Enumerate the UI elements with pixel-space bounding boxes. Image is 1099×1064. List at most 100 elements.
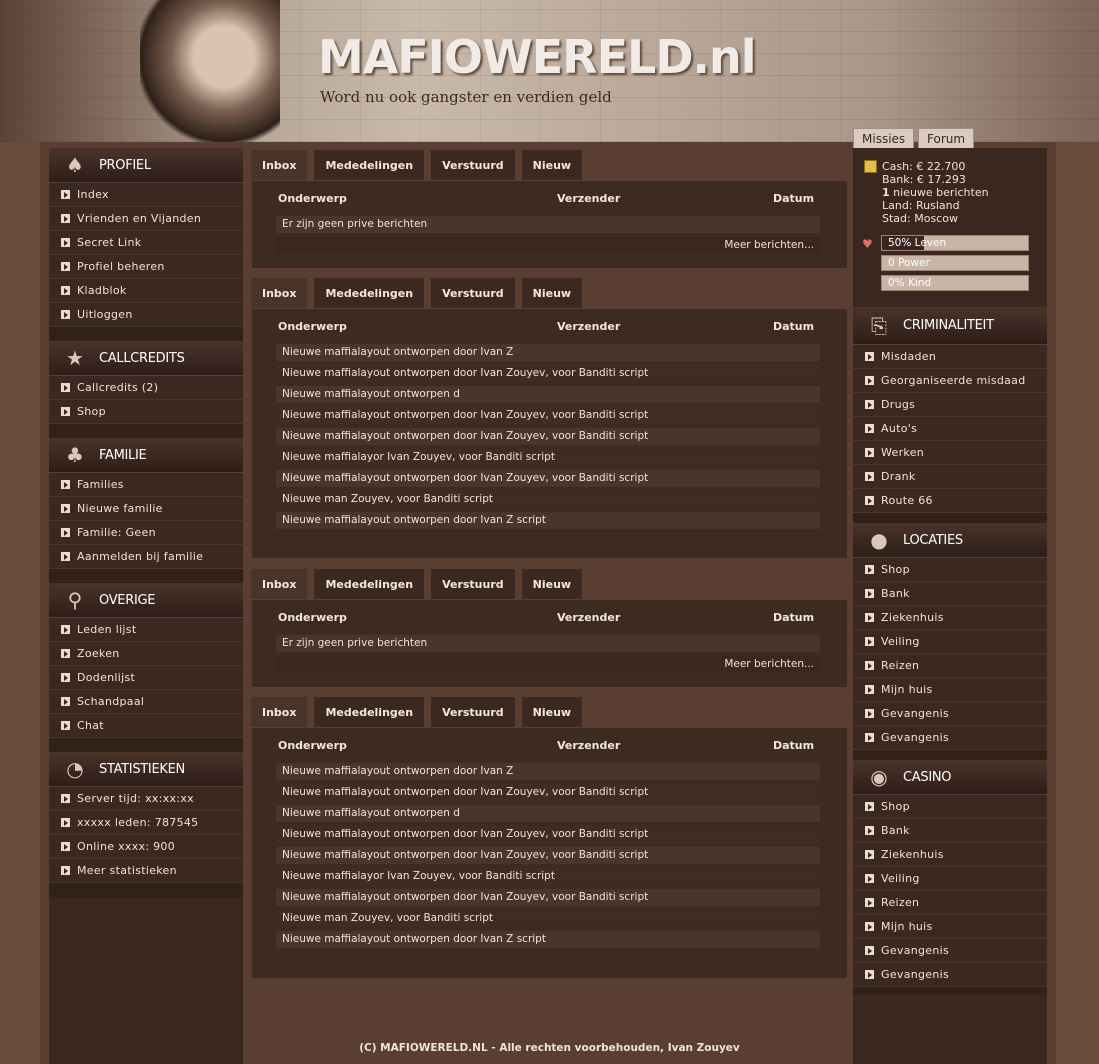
tab-nieuw[interactable]: Nieuw bbox=[521, 697, 583, 727]
message-row[interactable]: Nieuwe maffialayout ontworpen door Ivan … bbox=[276, 889, 820, 906]
tab-nieuw[interactable]: Nieuw bbox=[521, 150, 583, 180]
col-datum[interactable]: Datum bbox=[773, 611, 814, 624]
menu-item-mijn-huis[interactable]: Mijn huis bbox=[853, 915, 1047, 939]
menu-item-gevangenis[interactable]: Gevangenis bbox=[853, 939, 1047, 963]
tab-verstuurd[interactable]: Verstuurd bbox=[431, 569, 515, 599]
menu-item-georganiseerde-misdaad[interactable]: Georganiseerde misdaad bbox=[853, 369, 1047, 393]
message-row[interactable]: Nieuwe maffialayout ontworpen door Ivan … bbox=[276, 470, 820, 487]
tab-nieuw[interactable]: Nieuw bbox=[521, 278, 583, 308]
more-messages-link[interactable]: Meer berichten... bbox=[276, 656, 820, 673]
tab-forum[interactable]: Forum bbox=[918, 128, 975, 150]
message-row[interactable]: Nieuwe maffialayout ontworpen door Ivan … bbox=[276, 512, 820, 529]
menu-item-leden-lijst[interactable]: Leden lijst bbox=[49, 618, 243, 642]
message-row[interactable]: Nieuwe maffialayout ontworpen door Ivan … bbox=[276, 826, 820, 843]
menu-item-callcredits[interactable]: Callcredits (2) bbox=[49, 376, 243, 400]
menu-item-online[interactable]: Online xxxx: 900 bbox=[49, 835, 243, 859]
message-row[interactable]: Nieuwe maffialayout ontworpen door Ivan … bbox=[276, 931, 820, 948]
col-verzender[interactable]: Verzender bbox=[557, 611, 620, 624]
menu-item-mijn-huis[interactable]: Mijn huis bbox=[853, 678, 1047, 702]
message-row[interactable]: Nieuwe maffialayout ontworpen d bbox=[276, 386, 820, 403]
col-onderwerp[interactable]: Onderwerp bbox=[278, 192, 347, 205]
menu-item-shop[interactable]: Shop bbox=[853, 795, 1047, 819]
col-onderwerp[interactable]: Onderwerp bbox=[278, 739, 347, 752]
col-verzender[interactable]: Verzender bbox=[557, 192, 620, 205]
menu-item-zoeken[interactable]: Zoeken bbox=[49, 642, 243, 666]
menu-item-bank[interactable]: Bank bbox=[853, 582, 1047, 606]
message-row[interactable]: Nieuwe maffialayout ontworpen d bbox=[276, 805, 820, 822]
col-datum[interactable]: Datum bbox=[773, 739, 814, 752]
more-messages-link[interactable]: Meer berichten... bbox=[276, 237, 820, 254]
col-onderwerp[interactable]: Onderwerp bbox=[278, 320, 347, 333]
menu-item-gevangenis[interactable]: Gevangenis bbox=[853, 963, 1047, 987]
col-onderwerp[interactable]: Onderwerp bbox=[278, 611, 347, 624]
tab-inbox[interactable]: Inbox bbox=[251, 697, 308, 727]
menu-item-bank[interactable]: Bank bbox=[853, 819, 1047, 843]
tab-mededelingen[interactable]: Mededelingen bbox=[314, 697, 425, 727]
message-row[interactable]: Nieuwe maffialayor Ivan Zouyev, voor Ban… bbox=[276, 449, 820, 466]
menu-item-meer-statistieken[interactable]: Meer statistieken bbox=[49, 859, 243, 883]
menu-item-dodenlijst[interactable]: Dodenlijst bbox=[49, 666, 243, 690]
tab-missies[interactable]: Missies bbox=[853, 128, 915, 150]
menu-item-profiel-beheren[interactable]: Profiel beheren bbox=[49, 255, 243, 279]
menu-item-veiling[interactable]: Veiling bbox=[853, 630, 1047, 654]
menu-item-shop[interactable]: Shop bbox=[49, 400, 243, 424]
menu-item-aanmelden[interactable]: Aanmelden bij familie bbox=[49, 545, 243, 569]
tab-nieuw[interactable]: Nieuw bbox=[521, 569, 583, 599]
menu-item-veiling[interactable]: Veiling bbox=[853, 867, 1047, 891]
menu-item-familie-geen[interactable]: Familie: Geen bbox=[49, 521, 243, 545]
menu-item-drank[interactable]: Drank bbox=[853, 465, 1047, 489]
col-datum[interactable]: Datum bbox=[773, 192, 814, 205]
menu-item-shop[interactable]: Shop bbox=[853, 558, 1047, 582]
menu-item-server-tijd[interactable]: Server tijd: xx:xx:xx bbox=[49, 787, 243, 811]
menu-item-index[interactable]: Index bbox=[49, 183, 243, 207]
col-datum[interactable]: Datum bbox=[773, 320, 814, 333]
arrow-icon bbox=[61, 866, 70, 875]
menu-item-kladblok[interactable]: Kladblok bbox=[49, 279, 243, 303]
message-row[interactable]: Nieuwe maffialayout ontworpen door Ivan … bbox=[276, 428, 820, 445]
menu-item-reizen[interactable]: Reizen bbox=[853, 891, 1047, 915]
menu-item-drugs[interactable]: Drugs bbox=[853, 393, 1047, 417]
menu-item-werken[interactable]: Werken bbox=[853, 441, 1047, 465]
message-row[interactable]: Nieuwe maffialayout ontworpen door Ivan … bbox=[276, 365, 820, 382]
tab-mededelingen[interactable]: Mededelingen bbox=[314, 150, 425, 180]
site-logo[interactable]: MAFIOWERELD.nl bbox=[318, 30, 757, 84]
col-verzender[interactable]: Verzender bbox=[557, 739, 620, 752]
menu-item-route-66[interactable]: Route 66 bbox=[853, 489, 1047, 513]
section-title: OVERIGE bbox=[99, 592, 156, 608]
menu-item-ziekenhuis[interactable]: Ziekenhuis bbox=[853, 606, 1047, 630]
message-row[interactable]: Nieuwe man Zouyev, voor Banditi script bbox=[276, 491, 820, 508]
menu-item-secret-link[interactable]: Secret Link bbox=[49, 231, 243, 255]
message-row[interactable]: Nieuwe maffialayor Ivan Zouyev, voor Ban… bbox=[276, 868, 820, 885]
menu-item-chat[interactable]: Chat bbox=[49, 714, 243, 738]
menu-item-nieuwe-familie[interactable]: Nieuwe familie bbox=[49, 497, 243, 521]
menu-item-gevangenis[interactable]: Gevangenis bbox=[853, 726, 1047, 750]
message-row[interactable]: Nieuwe maffialayout ontworpen door Ivan … bbox=[276, 763, 820, 780]
tab-verstuurd[interactable]: Verstuurd bbox=[431, 697, 515, 727]
menu-item-vrienden[interactable]: Vrienden en Vijanden bbox=[49, 207, 243, 231]
col-verzender[interactable]: Verzender bbox=[557, 320, 620, 333]
menu-item-misdaden[interactable]: Misdaden bbox=[853, 345, 1047, 369]
tab-verstuurd[interactable]: Verstuurd bbox=[431, 150, 515, 180]
menu-item-leden[interactable]: xxxxx leden: 787545 bbox=[49, 811, 243, 835]
tab-mededelingen[interactable]: Mededelingen bbox=[314, 569, 425, 599]
message-row[interactable]: Nieuwe man Zouyev, voor Banditi script bbox=[276, 910, 820, 927]
tab-inbox[interactable]: Inbox bbox=[251, 569, 308, 599]
tab-inbox[interactable]: Inbox bbox=[251, 150, 308, 180]
menu-item-autos[interactable]: Auto's bbox=[853, 417, 1047, 441]
message-row[interactable]: Nieuwe maffialayout ontworpen door Ivan … bbox=[276, 784, 820, 801]
tab-verstuurd[interactable]: Verstuurd bbox=[431, 278, 515, 308]
menu-item-reizen[interactable]: Reizen bbox=[853, 654, 1047, 678]
new-messages[interactable]: 1 nieuwe berichten bbox=[882, 186, 989, 199]
tab-inbox[interactable]: Inbox bbox=[251, 278, 308, 308]
menu-label: Mijn huis bbox=[881, 683, 933, 696]
message-row[interactable]: Nieuwe maffialayout ontworpen door Ivan … bbox=[276, 344, 820, 361]
menu-item-ziekenhuis[interactable]: Ziekenhuis bbox=[853, 843, 1047, 867]
arrow-icon bbox=[61, 238, 70, 247]
menu-item-uitloggen[interactable]: Uitloggen bbox=[49, 303, 243, 327]
message-row[interactable]: Nieuwe maffialayout ontworpen door Ivan … bbox=[276, 407, 820, 424]
menu-item-families[interactable]: Families bbox=[49, 473, 243, 497]
menu-item-gevangenis[interactable]: Gevangenis bbox=[853, 702, 1047, 726]
tab-mededelingen[interactable]: Mededelingen bbox=[314, 278, 425, 308]
message-row[interactable]: Nieuwe maffialayout ontworpen door Ivan … bbox=[276, 847, 820, 864]
menu-item-schandpaal[interactable]: Schandpaal bbox=[49, 690, 243, 714]
